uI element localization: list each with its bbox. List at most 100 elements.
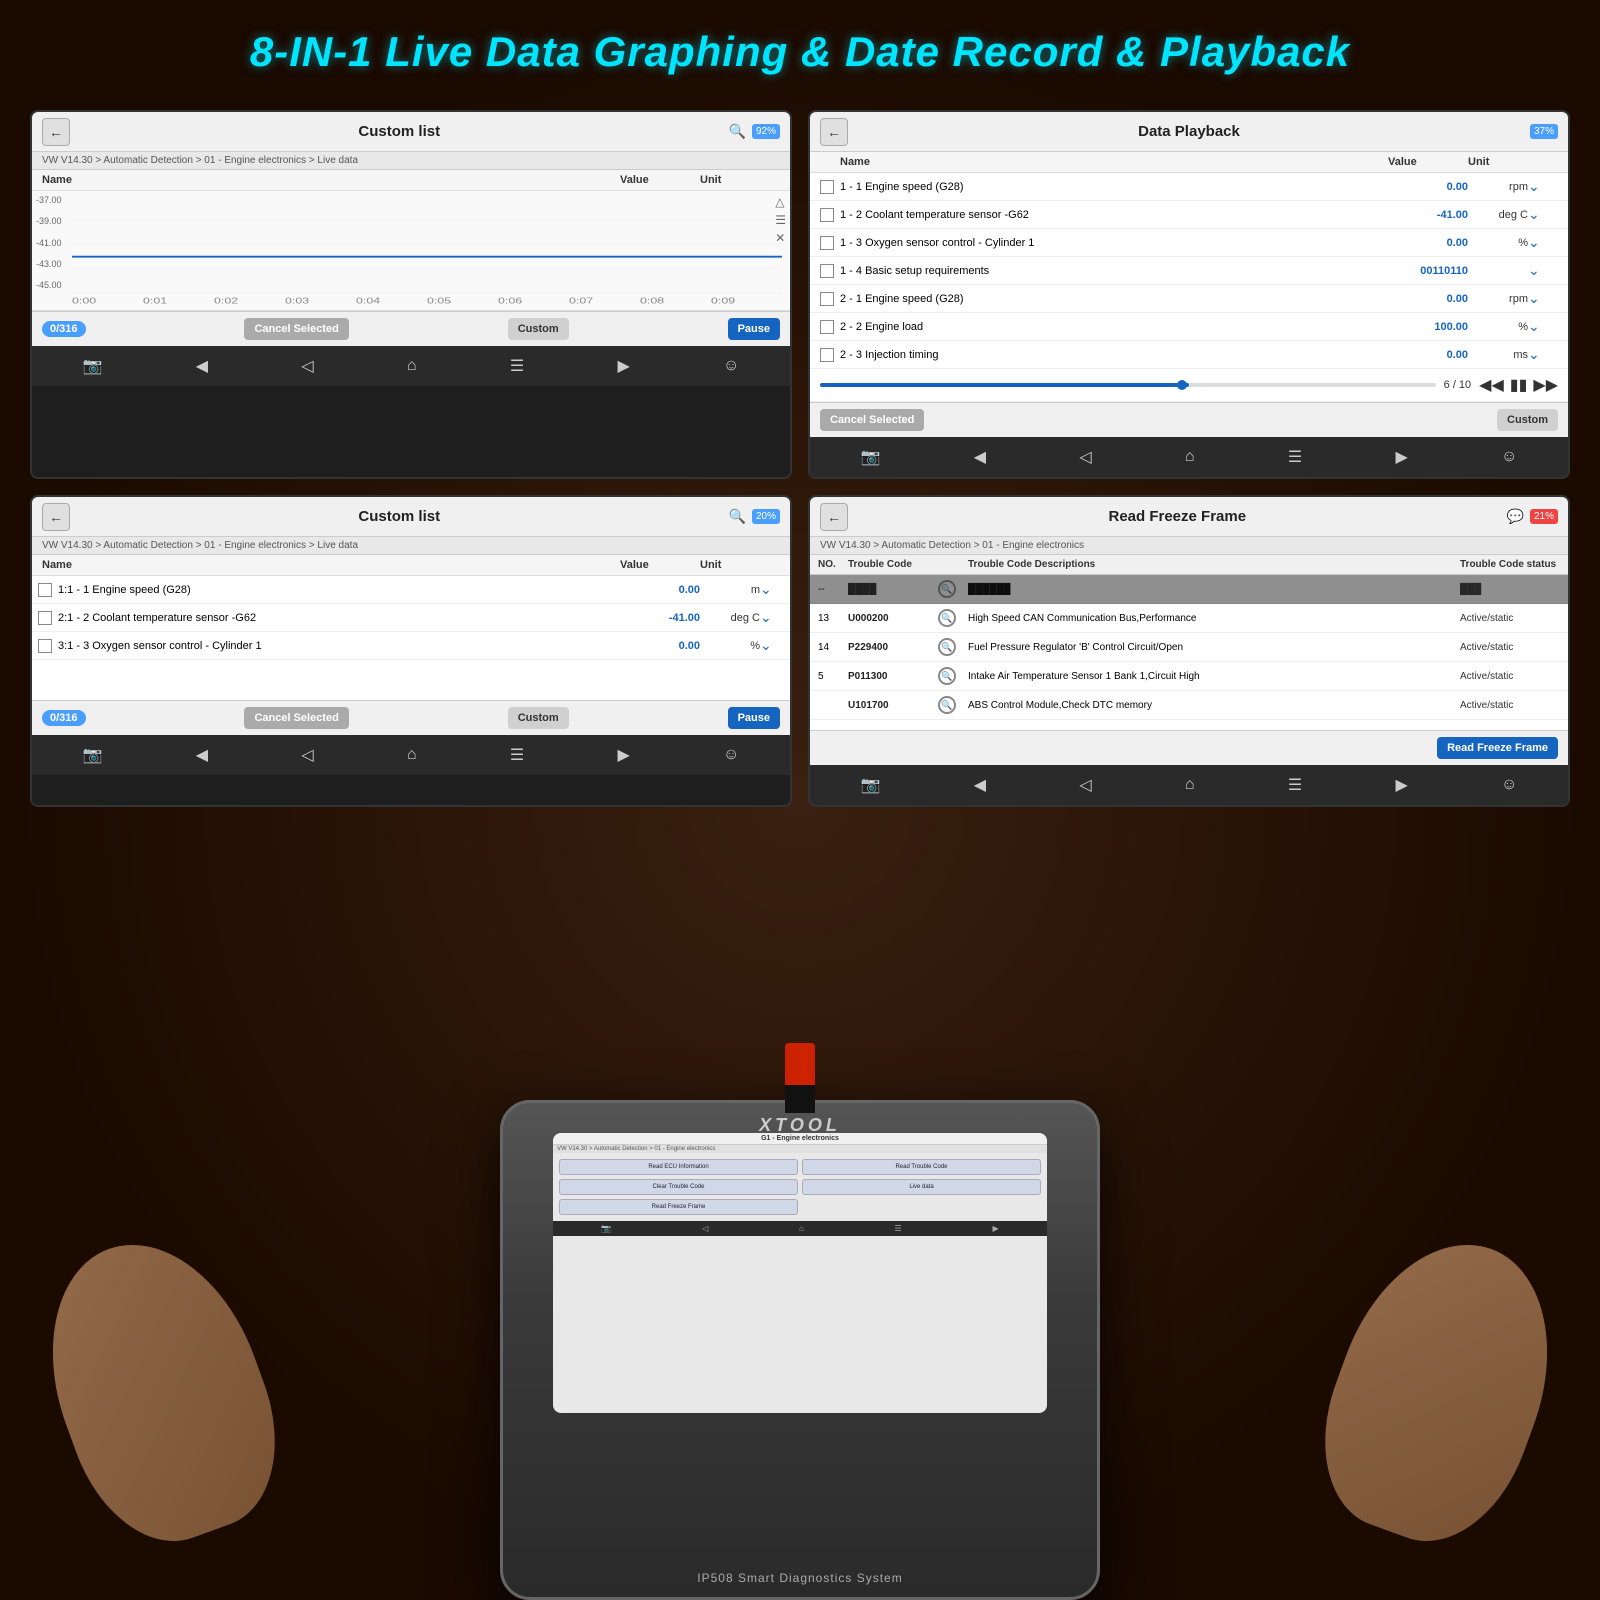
row5-checkbox[interactable] (820, 292, 834, 306)
nav3-photo-icon[interactable]: 📷 (83, 745, 103, 765)
nav2-back-icon[interactable]: ◁ (1079, 447, 1091, 467)
dtc-search-icon[interactable]: 🔍 (938, 696, 956, 714)
playback-skip-back[interactable]: ◀◀ (1479, 375, 1504, 395)
device-nav-icon[interactable]: 📷 (601, 1224, 611, 1233)
nav4-vol-up-icon[interactable]: ▶ (1395, 775, 1407, 795)
row3-checkbox[interactable] (820, 236, 834, 250)
svg-text:0:05: 0:05 (427, 296, 451, 306)
row6-name: 2 - 2 Engine load (840, 321, 1388, 333)
device-nav-home[interactable]: ⌂ (799, 1224, 804, 1233)
row1-checkbox[interactable] (820, 180, 834, 194)
panel1-search-icon[interactable]: 🔍 (729, 123, 746, 140)
row5-chevron[interactable]: ⌄ (1528, 290, 1558, 307)
nav-back-icon[interactable]: ◁ (301, 356, 313, 376)
panel3-search-icon[interactable]: 🔍 (729, 508, 746, 525)
row2-chevron[interactable]: ⌄ (1528, 206, 1558, 223)
dtc-search-icon[interactable]: 🔍 (938, 638, 956, 656)
panel3-pause-btn[interactable]: Pause (728, 707, 780, 729)
nav2-vol-up-icon[interactable]: ▶ (1395, 447, 1407, 467)
playback-skip-fwd[interactable]: ▶▶ (1533, 375, 1558, 395)
nav4-menu-icon[interactable]: ☰ (1288, 775, 1302, 795)
dtc-search-icon[interactable]: 🔍 (938, 667, 956, 685)
nav-vol-down-icon[interactable]: ◀ (196, 356, 208, 376)
row6-checkbox[interactable] (820, 320, 834, 334)
p3-row1-checkbox[interactable] (38, 583, 52, 597)
panel3-header-icons: 🔍 20% (729, 508, 780, 525)
panel1-back-button[interactable]: ← (42, 118, 70, 146)
progress-track[interactable] (820, 383, 1436, 387)
p3-row2-chevron[interactable]: ⌄ (760, 609, 780, 626)
device-screen[interactable]: G1 - Engine electronics VW V14.30 > Auto… (553, 1133, 1047, 1413)
device-nav-back[interactable]: ◁ (702, 1224, 708, 1233)
device-btn-ecu[interactable]: Read ECU Information (559, 1159, 798, 1175)
row4-checkbox[interactable] (820, 264, 834, 278)
p3-row3-checkbox[interactable] (38, 639, 52, 653)
panel4-back-button[interactable]: ← (820, 503, 848, 531)
nav3-back-icon[interactable]: ◁ (301, 745, 313, 765)
row2-unit: deg C (1468, 209, 1528, 221)
row7-checkbox[interactable] (820, 348, 834, 362)
panel1-custom-btn[interactable]: Custom (508, 318, 569, 340)
panel3-custom-btn[interactable]: Custom (508, 707, 569, 729)
nav-home-icon[interactable]: ⌂ (407, 357, 417, 375)
panel3-back-button[interactable]: ← (42, 503, 70, 531)
device-btn-trouble[interactable]: Read Trouble Code (802, 1159, 1041, 1175)
nav4-apps-icon[interactable]: ☺ (1501, 776, 1517, 794)
device-btn-live[interactable]: Live data (802, 1179, 1041, 1195)
panel3-cancel-btn[interactable]: Cancel Selected (244, 707, 348, 729)
panel2-custom-btn[interactable]: Custom (1497, 409, 1558, 431)
nav2-menu-icon[interactable]: ☰ (1288, 447, 1302, 467)
panel2-back-button[interactable]: ← (820, 118, 848, 146)
device-btn-clear[interactable]: Clear Trouble Code (559, 1179, 798, 1195)
chart-icon-3[interactable]: ✕ (775, 231, 786, 245)
playback-play-pause[interactable]: ▮▮ (1510, 375, 1528, 395)
device-btn-freeze[interactable]: Read Freeze Frame (559, 1199, 798, 1215)
dtc-code: ████ (848, 584, 938, 595)
panel4-freeze-btn[interactable]: Read Freeze Frame (1437, 737, 1558, 759)
p3-row1-chevron[interactable]: ⌄ (760, 581, 780, 598)
nav-apps-icon[interactable]: ☺ (723, 357, 739, 375)
nav2-vol-down-icon[interactable]: ◀ (974, 447, 986, 467)
nav2-photo-icon[interactable]: 📷 (861, 447, 881, 467)
svg-text:0:06: 0:06 (498, 296, 522, 306)
chart-svg: 0:00 0:01 0:02 0:03 0:04 0:05 0:06 0:07 … (72, 195, 782, 306)
dtc-search-icon[interactable]: 🔍 (938, 609, 956, 627)
nav-vol-up-icon[interactable]: ▶ (617, 356, 629, 376)
device-nav-vol[interactable]: ▶ (992, 1224, 998, 1233)
p3-empty-area (32, 660, 790, 700)
nav2-apps-icon[interactable]: ☺ (1501, 448, 1517, 466)
dtc-code: P229400 (848, 642, 938, 653)
row2-value: -41.00 (1388, 209, 1468, 221)
panel2-cancel-btn[interactable]: Cancel Selected (820, 409, 924, 431)
row2-checkbox[interactable] (820, 208, 834, 222)
row3-chevron[interactable]: ⌄ (1528, 234, 1558, 251)
nav4-back-icon[interactable]: ◁ (1079, 775, 1091, 795)
col-extra (760, 559, 780, 571)
panel1-cancel-btn[interactable]: Cancel Selected (244, 318, 348, 340)
nav-photo-icon[interactable]: 📷 (83, 356, 103, 376)
panel1-pause-btn[interactable]: Pause (728, 318, 780, 340)
nav3-apps-icon[interactable]: ☺ (723, 746, 739, 764)
chart-icon-1[interactable]: △ (775, 195, 786, 209)
p3-row3-chevron[interactable]: ⌄ (760, 637, 780, 654)
row6-chevron[interactable]: ⌄ (1528, 318, 1558, 335)
nav3-menu-icon[interactable]: ☰ (510, 745, 524, 765)
nav3-vol-down-icon[interactable]: ◀ (196, 745, 208, 765)
dtc-search-icon[interactable]: 🔍 (938, 580, 956, 598)
nav4-vol-down-icon[interactable]: ◀ (974, 775, 986, 795)
nav2-home-icon[interactable]: ⌂ (1185, 448, 1195, 466)
nav4-photo-icon[interactable]: 📷 (861, 775, 881, 795)
device-nav-menu[interactable]: ☰ (895, 1224, 902, 1233)
nav3-home-icon[interactable]: ⌂ (407, 746, 417, 764)
nav-menu-icon[interactable]: ☰ (510, 356, 524, 376)
panel2-table-header: Name Value Unit (810, 152, 1568, 173)
panel4-chat-icon[interactable]: 💬 (1507, 508, 1524, 525)
row1-chevron[interactable]: ⌄ (1528, 178, 1558, 195)
chart-icon-2[interactable]: ☰ (775, 213, 786, 227)
nav4-home-icon[interactable]: ⌂ (1185, 776, 1195, 794)
row4-chevron[interactable]: ⌄ (1528, 262, 1558, 279)
row7-chevron[interactable]: ⌄ (1528, 346, 1558, 363)
nav3-vol-up-icon[interactable]: ▶ (617, 745, 629, 765)
dtc-status: Active/static (1460, 671, 1560, 682)
p3-row2-checkbox[interactable] (38, 611, 52, 625)
